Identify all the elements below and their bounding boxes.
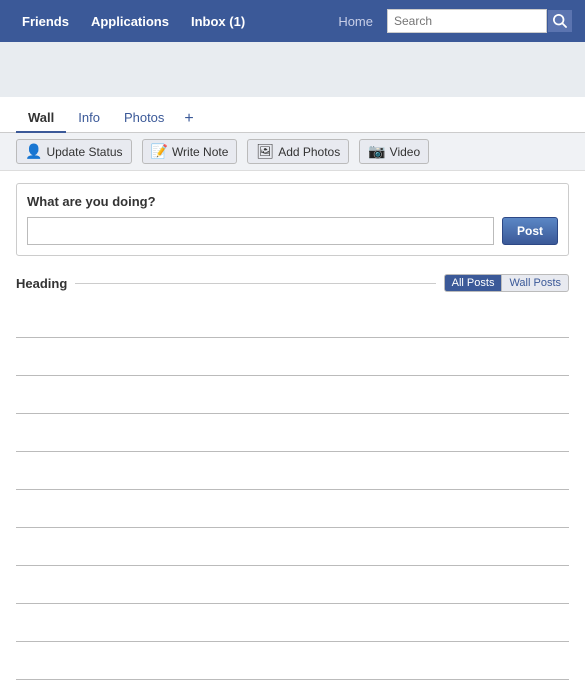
status-input[interactable]: [27, 217, 494, 245]
list-item: [16, 300, 569, 338]
list-item: [16, 338, 569, 376]
video-icon: 📷: [368, 143, 385, 160]
feed-filters: All Posts Wall Posts: [444, 274, 569, 292]
list-item: [16, 376, 569, 414]
write-note-label: Write Note: [172, 145, 228, 159]
user-icon: 👤: [25, 143, 42, 160]
post-button[interactable]: Post: [502, 217, 558, 245]
feed-area: Heading All Posts Wall Posts: [0, 268, 585, 696]
inbox-link[interactable]: Inbox (1): [181, 10, 255, 33]
add-tab[interactable]: +: [176, 106, 201, 132]
info-tab[interactable]: Info: [66, 104, 112, 133]
content-lines: [16, 300, 569, 680]
wall-tab[interactable]: Wall: [16, 104, 66, 133]
search-input[interactable]: [387, 9, 547, 33]
navbar: Friends Applications Inbox (1) Home: [0, 0, 585, 42]
wall-posts-filter[interactable]: Wall Posts: [502, 274, 569, 292]
feed-divider: [75, 283, 435, 284]
friends-link[interactable]: Friends: [12, 10, 79, 33]
list-item: [16, 642, 569, 680]
status-box: What are you doing? Post: [16, 183, 569, 256]
add-photos-label: Add Photos: [278, 145, 340, 159]
feed-header: Heading All Posts Wall Posts: [16, 274, 569, 292]
nav-links: Friends Applications Inbox (1): [12, 10, 324, 33]
photo-icon: 🖼: [256, 143, 274, 160]
list-item: [16, 604, 569, 642]
list-item: [16, 414, 569, 452]
video-btn[interactable]: 📷 Video: [359, 139, 429, 164]
status-input-row: Post: [27, 217, 558, 245]
actions-row: 👤 Update Status 📝 Write Note 🖼 Add Photo…: [0, 133, 585, 171]
list-item: [16, 490, 569, 528]
home-link[interactable]: Home: [324, 10, 387, 33]
profile-area: [0, 42, 585, 97]
note-icon: 📝: [151, 143, 168, 160]
all-posts-filter[interactable]: All Posts: [444, 274, 503, 292]
applications-link[interactable]: Applications: [81, 10, 179, 33]
search-icon: [553, 14, 567, 28]
search-area: [387, 9, 573, 33]
list-item: [16, 452, 569, 490]
update-status-label: Update Status: [46, 145, 122, 159]
photos-tab[interactable]: Photos: [112, 104, 176, 133]
update-status-btn[interactable]: 👤 Update Status: [16, 139, 132, 164]
add-photos-btn[interactable]: 🖼 Add Photos: [247, 139, 349, 164]
write-note-btn[interactable]: 📝 Write Note: [142, 139, 238, 164]
video-label: Video: [390, 145, 420, 159]
list-item: [16, 528, 569, 566]
tabs-row: Wall Info Photos +: [0, 97, 585, 133]
search-button[interactable]: [547, 9, 573, 33]
status-question: What are you doing?: [27, 194, 558, 209]
feed-heading: Heading: [16, 276, 67, 291]
list-item: [16, 566, 569, 604]
